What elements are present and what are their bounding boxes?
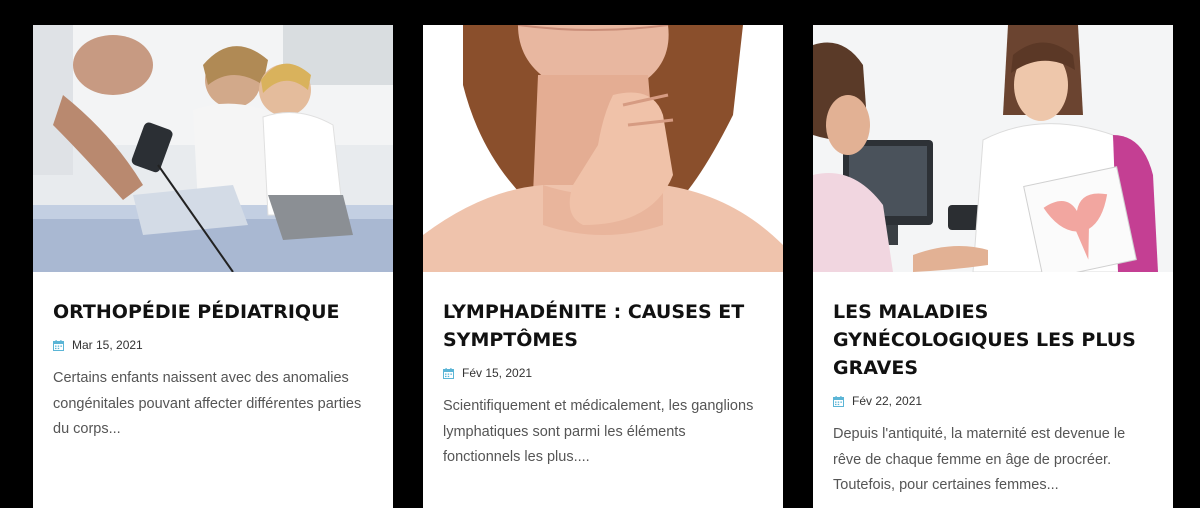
calendar-icon bbox=[53, 339, 64, 351]
post-thumbnail[interactable] bbox=[33, 25, 393, 272]
post-date: Fév 15, 2021 bbox=[462, 366, 533, 380]
post-thumbnail[interactable] bbox=[813, 25, 1173, 272]
woman-neck-image bbox=[423, 25, 783, 272]
gynecologist-consultation-image bbox=[813, 25, 1173, 272]
doctor-child-cast-image bbox=[33, 25, 393, 272]
post-card: ORTHOPÉDIE PÉDIATRIQUE Mar 15, 2021 Cert… bbox=[33, 25, 393, 508]
post-title[interactable]: LYMPHADÉNITE : CAUSES ET SYMPTÔMES bbox=[443, 298, 763, 354]
post-excerpt: Certains enfants naissent avec des anoma… bbox=[53, 370, 362, 437]
calendar-icon bbox=[443, 367, 454, 379]
post-thumbnail[interactable] bbox=[423, 25, 783, 272]
post-card: LYMPHADÉNITE : CAUSES ET SYMPTÔMES Fév 1… bbox=[423, 25, 783, 508]
post-date: Mar 15, 2021 bbox=[72, 338, 143, 352]
post-meta: Mar 15, 2021 bbox=[53, 338, 373, 352]
post-meta: Fév 22, 2021 bbox=[833, 394, 1153, 408]
post-card: LES MALADIES GYNÉCOLOGIQUES LES PLUS GRA… bbox=[813, 25, 1173, 508]
post-title[interactable]: LES MALADIES GYNÉCOLOGIQUES LES PLUS GRA… bbox=[833, 298, 1153, 382]
post-excerpt: Depuis l'antiquité, la maternité est dev… bbox=[833, 426, 1126, 493]
post-title[interactable]: ORTHOPÉDIE PÉDIATRIQUE bbox=[53, 298, 373, 326]
post-excerpt: Scientifiquement et médicalement, les ga… bbox=[443, 398, 754, 465]
post-date: Fév 22, 2021 bbox=[852, 394, 923, 408]
calendar-icon bbox=[833, 395, 844, 407]
post-meta: Fév 15, 2021 bbox=[443, 366, 763, 380]
